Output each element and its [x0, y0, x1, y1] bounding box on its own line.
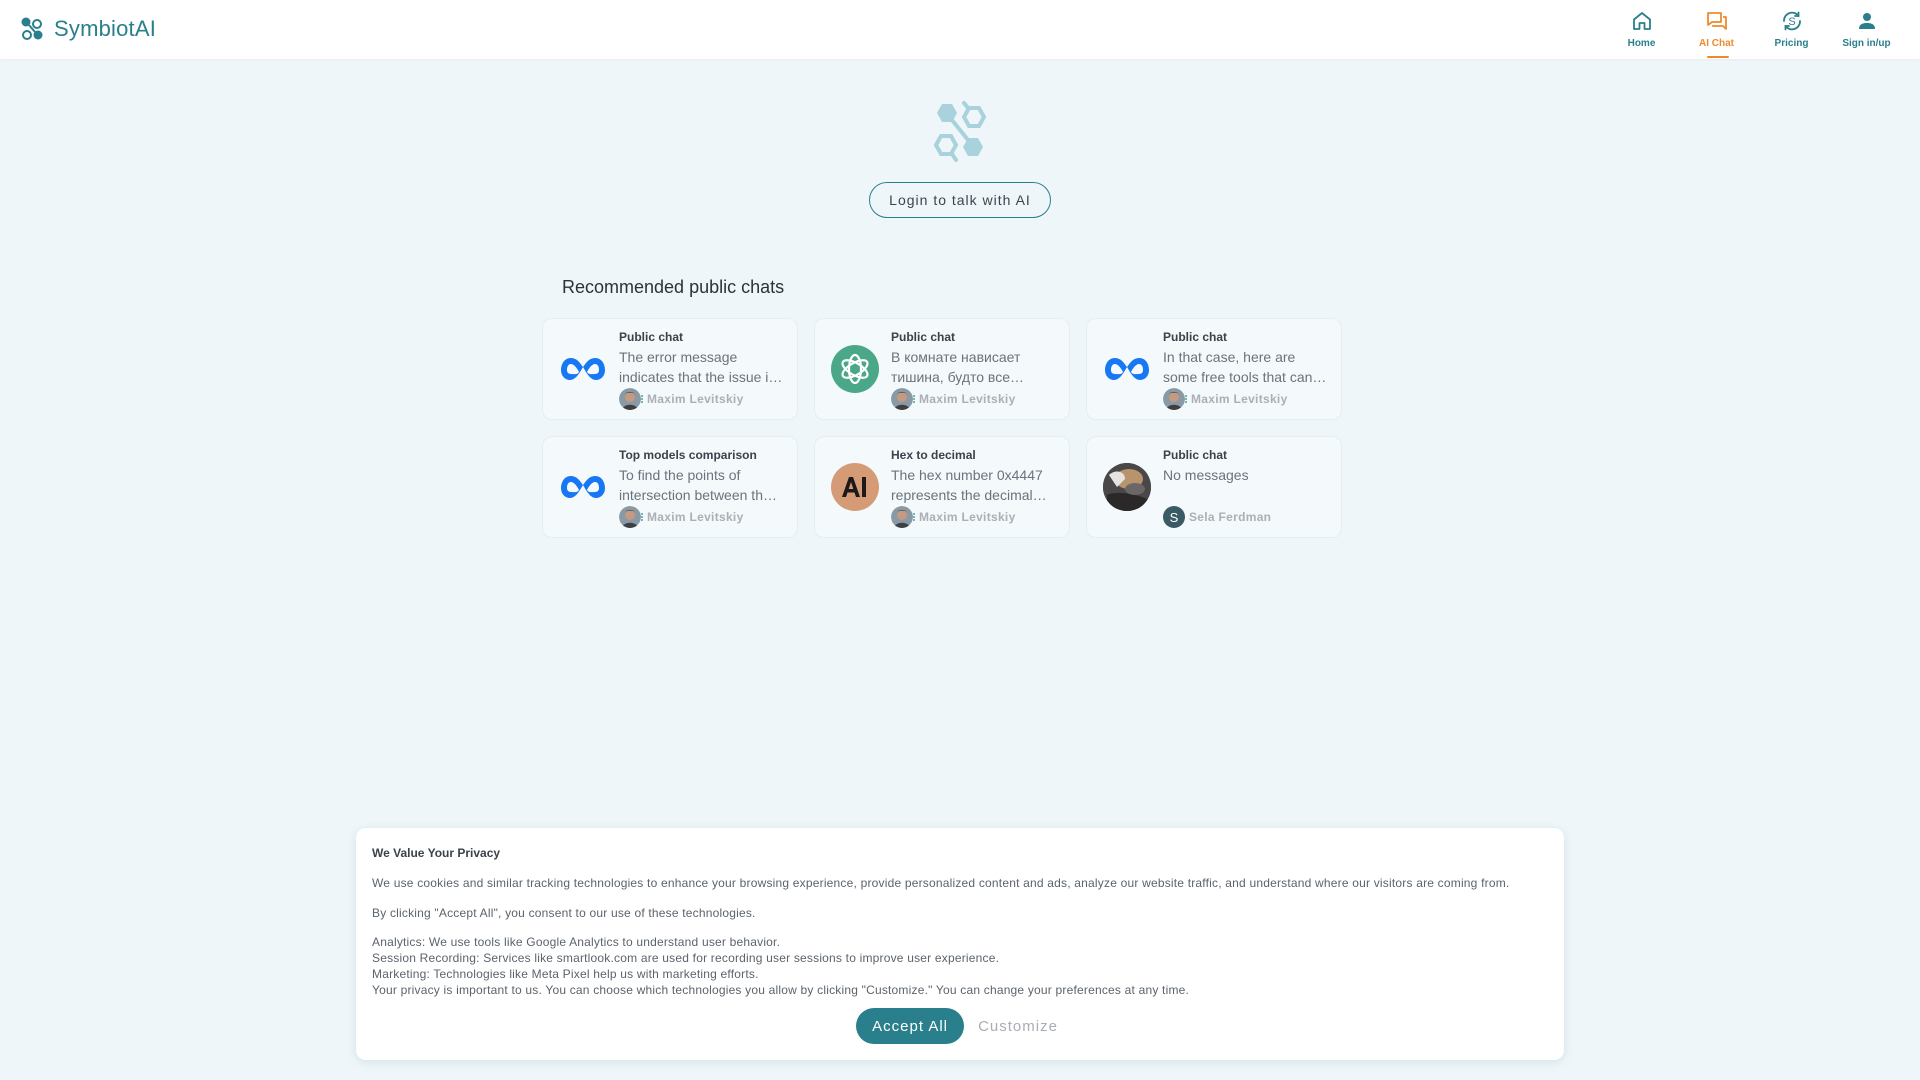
symbiot-logo-icon [21, 17, 43, 40]
chat-author: Maxim Levitskiy [1163, 388, 1327, 410]
app-name: SymbiotAI [54, 16, 157, 41]
chat-card[interactable]: Public chat In that case, here are some … [1086, 318, 1342, 420]
logo[interactable]: SymbiotAI [20, 15, 156, 43]
cookie-intro: We use cookies and similar tracking tech… [372, 876, 1510, 890]
svg-text:S: S [1788, 16, 1795, 28]
cookie-privacy-line: Your privacy is important to us. You can… [372, 983, 1190, 997]
author-separator [913, 395, 915, 403]
chat-author: Maxim Levitskiy [891, 388, 1055, 410]
login-to-talk-button[interactable]: Login to talk with AI [869, 182, 1051, 218]
home-icon [1632, 12, 1651, 30]
chat-author: Maxim Levitskiy [619, 506, 783, 528]
author-avatar [619, 388, 641, 410]
author-avatar [891, 506, 913, 528]
author-name: Maxim Levitskiy [647, 392, 744, 406]
chat-card[interactable]: Hex to decimal The hex number 0x4447 rep… [814, 436, 1070, 538]
chat-card[interactable]: Public chat The error message indicates … [542, 318, 798, 420]
nav-item-home[interactable]: Home [1604, 0, 1679, 59]
chat-preview: В комнате нависает тишина, будто все зам… [891, 349, 1021, 385]
chat-icon [1706, 12, 1727, 30]
chat-author: Maxim Levitskiy [891, 506, 1055, 528]
openai-icon [831, 345, 879, 393]
chat-title: Hex to decimal [891, 448, 976, 462]
main-nav: Home AI Chat S Pricing Sign in/up [1604, 0, 1904, 59]
author-separator [1185, 395, 1187, 403]
chat-preview: The hex number 0x4447 represents the dec… [891, 467, 1043, 503]
author-name: Sela Ferdman [1189, 510, 1272, 524]
top-header: SymbiotAI Home AI Chat S Pricing Sign in… [0, 0, 1920, 59]
chat-preview: No messages [1163, 467, 1249, 483]
chat-preview: To find the points of intersection betwe… [619, 467, 771, 503]
customize-button[interactable]: Customize [972, 1018, 1064, 1035]
author-separator [641, 395, 643, 403]
cookie-title: We Value Your Privacy [372, 846, 501, 860]
meta-icon [559, 345, 607, 393]
symbiot-molecule-icon [933, 101, 987, 162]
cookie-actions: Accept All Customize [356, 1008, 1564, 1044]
author-avatar [891, 388, 913, 410]
cookie-session-line: Session Recording: Services like smartlo… [372, 951, 1000, 965]
meta-icon [1103, 345, 1151, 393]
chat-title: Public chat [891, 330, 956, 344]
chat-title: Public chat [619, 330, 684, 344]
chat-card[interactable]: Public chat В комнате нависает тишина, б… [814, 318, 1070, 420]
custom-bot-photo-avatar [1103, 463, 1151, 511]
nav-label: Pricing [1774, 38, 1809, 49]
anthropic-icon [831, 463, 879, 511]
chat-title: Top models comparison [619, 448, 757, 462]
recommended-title: Recommended public chats [562, 277, 785, 297]
user-icon [1858, 13, 1875, 29]
cookie-details: Analytics: We use tools like Google Anal… [372, 934, 1548, 998]
author-separator [913, 513, 915, 521]
chat-author: S Sela Ferdman [1163, 506, 1327, 528]
author-name: Maxim Levitskiy [1191, 392, 1288, 406]
chat-preview: In that case, here are some free tools t… [1163, 349, 1313, 385]
pricing-icon: S [1782, 11, 1801, 31]
author-separator [641, 513, 643, 521]
nav-item-ai-chat[interactable]: AI Chat [1679, 0, 1754, 59]
nav-label: Sign in/up [1842, 38, 1891, 49]
cookie-marketing-line: Marketing: Technologies like Meta Pixel … [372, 967, 759, 981]
nav-label: AI Chat [1699, 38, 1734, 49]
cookie-consent-banner: We Value Your Privacy We use cookies and… [356, 828, 1564, 1060]
nav-item-sign-in[interactable]: Sign in/up [1829, 0, 1904, 59]
author-name: Maxim Levitskiy [919, 510, 1016, 524]
author-avatar: S [1163, 506, 1185, 528]
chat-title: Public chat [1163, 448, 1228, 462]
recommended-chats-grid: Public chat The error message indicates … [542, 318, 1342, 538]
meta-icon [559, 463, 607, 511]
author-avatar [1163, 388, 1185, 410]
cookie-consent-text: By clicking "Accept All", you consent to… [372, 906, 756, 920]
author-name: Maxim Levitskiy [647, 510, 744, 524]
cookie-analytics-line: Analytics: We use tools like Google Anal… [372, 935, 781, 949]
chat-author: Maxim Levitskiy [619, 388, 783, 410]
accept-all-button[interactable]: Accept All [856, 1008, 965, 1044]
chat-card[interactable]: Public chat No messages S Sela Ferdman [1086, 436, 1342, 538]
chat-preview: The error message indicates that the iss… [619, 349, 776, 385]
nav-item-pricing[interactable]: S Pricing [1754, 0, 1829, 59]
author-name: Maxim Levitskiy [919, 392, 1016, 406]
chat-card[interactable]: Top models comparison To find the points… [542, 436, 798, 538]
chat-title: Public chat [1163, 330, 1228, 344]
author-avatar [619, 506, 641, 528]
nav-label: Home [1627, 38, 1656, 49]
